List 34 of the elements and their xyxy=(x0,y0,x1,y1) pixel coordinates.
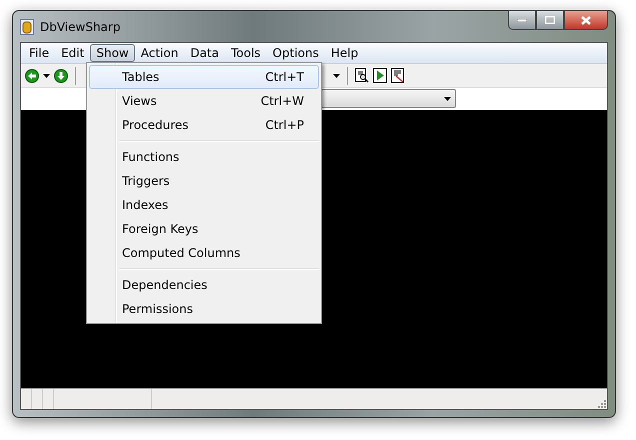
menu-option[interactable]: Dependencies xyxy=(89,273,319,297)
menu-item[interactable]: Edit xyxy=(55,44,90,62)
document-clear-icon[interactable] xyxy=(391,68,405,83)
menu-option[interactable]: Triggers xyxy=(89,169,319,193)
document-search-icon[interactable] xyxy=(355,68,369,83)
dropdown-caret-icon[interactable] xyxy=(444,96,451,100)
menu-item[interactable]: Options xyxy=(266,44,325,62)
minimize-button[interactable] xyxy=(508,10,536,30)
caret-icon[interactable] xyxy=(333,74,340,78)
run-icon[interactable] xyxy=(373,68,387,83)
dropdown-field[interactable] xyxy=(321,89,456,108)
menu-option[interactable]: Indexes xyxy=(89,193,319,217)
resize-grip-icon[interactable] xyxy=(598,400,606,408)
window-title: DbViewSharp xyxy=(40,20,120,34)
menu-option[interactable]: Functions xyxy=(89,145,319,169)
maximize-icon xyxy=(545,16,555,24)
menu-option[interactable]: Views Ctrl+W xyxy=(89,89,319,113)
menu-item[interactable]: Show xyxy=(90,44,135,62)
maximize-button[interactable] xyxy=(536,10,564,30)
menu-item[interactable]: Tools xyxy=(224,44,267,62)
menu-option[interactable]: Tables Ctrl+T xyxy=(89,65,319,89)
minimize-icon xyxy=(517,18,527,22)
close-button[interactable] xyxy=(564,10,608,30)
menu-item[interactable]: Action xyxy=(134,44,184,62)
menu-option[interactable]: Computed Columns xyxy=(89,241,319,265)
menu-item[interactable]: Data xyxy=(184,44,225,62)
caret-icon[interactable] xyxy=(43,74,50,78)
menu-option[interactable]: Permissions xyxy=(89,297,319,321)
close-icon xyxy=(581,16,591,24)
menu-option[interactable]: Procedures Ctrl+P xyxy=(89,113,319,137)
menu-option[interactable]: Foreign Keys xyxy=(89,217,319,241)
menu-item[interactable]: Help xyxy=(324,44,364,62)
menu-item[interactable]: File xyxy=(23,44,56,62)
database-icon xyxy=(20,18,34,34)
